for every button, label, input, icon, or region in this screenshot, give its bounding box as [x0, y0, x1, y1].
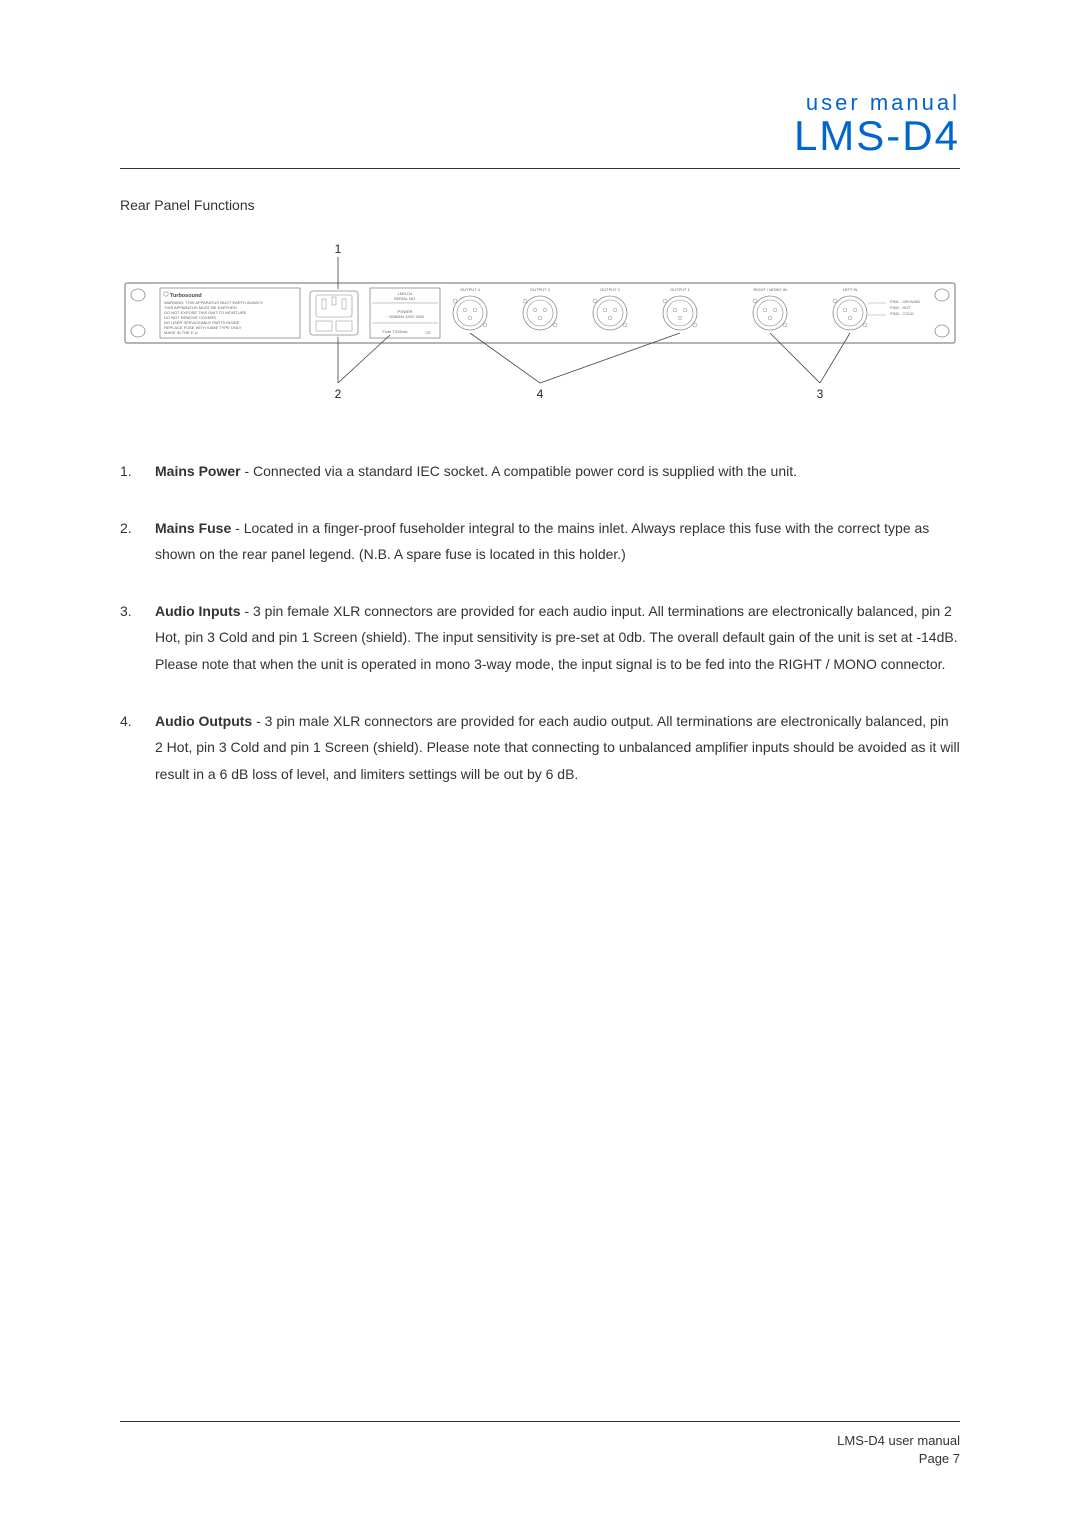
svg-text:~ 50/60Hz 100V 20W: ~ 50/60Hz 100V 20W — [386, 314, 424, 319]
page-footer: LMS-D4 user manual Page 7 — [120, 1421, 960, 1468]
svg-text:OUTPUT 3: OUTPUT 3 — [530, 287, 550, 292]
item-number: 2. — [120, 515, 155, 568]
item-body: - Connected via a standard IEC socket. A… — [241, 463, 797, 479]
definitions-list: 1. Mains Power - Connected via a standar… — [120, 458, 960, 787]
footer-line-1: LMS-D4 user manual — [120, 1432, 960, 1450]
item-title: Mains Power — [155, 463, 241, 479]
item-title: Mains Fuse — [155, 520, 231, 536]
item-body: - 3 pin female XLR connectors are provid… — [155, 603, 958, 672]
svg-text:CE: CE — [425, 330, 431, 335]
item-body: - Located in a finger-proof fuseholder i… — [155, 520, 929, 563]
list-item: 2. Mains Fuse - Located in a finger-proo… — [120, 515, 960, 568]
svg-text:PIN3 - COLD: PIN3 - COLD — [890, 311, 914, 316]
svg-text:1: 1 — [335, 243, 342, 256]
svg-text:OUTPUT 2: OUTPUT 2 — [600, 287, 620, 292]
item-number: 3. — [120, 598, 155, 678]
svg-text:SERIAL NO.: SERIAL NO. — [394, 296, 416, 301]
brand-label: Turbosound — [170, 293, 202, 299]
svg-text:3: 3 — [817, 387, 824, 401]
top-rule — [120, 168, 960, 169]
bottom-rule — [120, 1421, 960, 1422]
svg-text:OUTPUT 1: OUTPUT 1 — [670, 287, 690, 292]
svg-text:MADE IN THE E.U.: MADE IN THE E.U. — [164, 330, 199, 335]
section-heading: Rear Panel Functions — [120, 197, 960, 213]
page-header: user manual LMS-D4 — [120, 90, 960, 160]
item-title: Audio Outputs — [155, 713, 252, 729]
svg-text:2: 2 — [335, 387, 342, 401]
item-body: - 3 pin male XLR connectors are provided… — [155, 713, 960, 782]
svg-text:OUTPUT 4: OUTPUT 4 — [460, 287, 480, 292]
xlr-group: OUTPUT 4 OUTPUT 3 OUTPUT 2 — [453, 287, 920, 330]
svg-text:PIN2 - HOT: PIN2 - HOT — [890, 305, 911, 310]
header-title: LMS-D4 — [120, 112, 960, 160]
diagram-svg: Turbosound WARNING: THIS APPARATUS MUST … — [120, 243, 960, 413]
footer-line-2: Page 7 — [120, 1450, 960, 1468]
svg-text:4: 4 — [537, 387, 544, 401]
svg-text:Fuse T315mA: Fuse T315mA — [382, 329, 407, 334]
list-item: 1. Mains Power - Connected via a standar… — [120, 458, 960, 485]
svg-text:PIN1 - GROUND: PIN1 - GROUND — [890, 299, 920, 304]
item-number: 4. — [120, 708, 155, 788]
item-title: Audio Inputs — [155, 603, 241, 619]
rear-panel-diagram: Turbosound WARNING: THIS APPARATUS MUST … — [120, 243, 960, 418]
item-number: 1. — [120, 458, 155, 485]
svg-text:RIGHT / MONO IN: RIGHT / MONO IN — [753, 287, 786, 292]
svg-text:LEFT IN: LEFT IN — [843, 287, 858, 292]
list-item: 3. Audio Inputs - 3 pin female XLR conne… — [120, 598, 960, 678]
list-item: 4. Audio Outputs - 3 pin male XLR connec… — [120, 708, 960, 788]
